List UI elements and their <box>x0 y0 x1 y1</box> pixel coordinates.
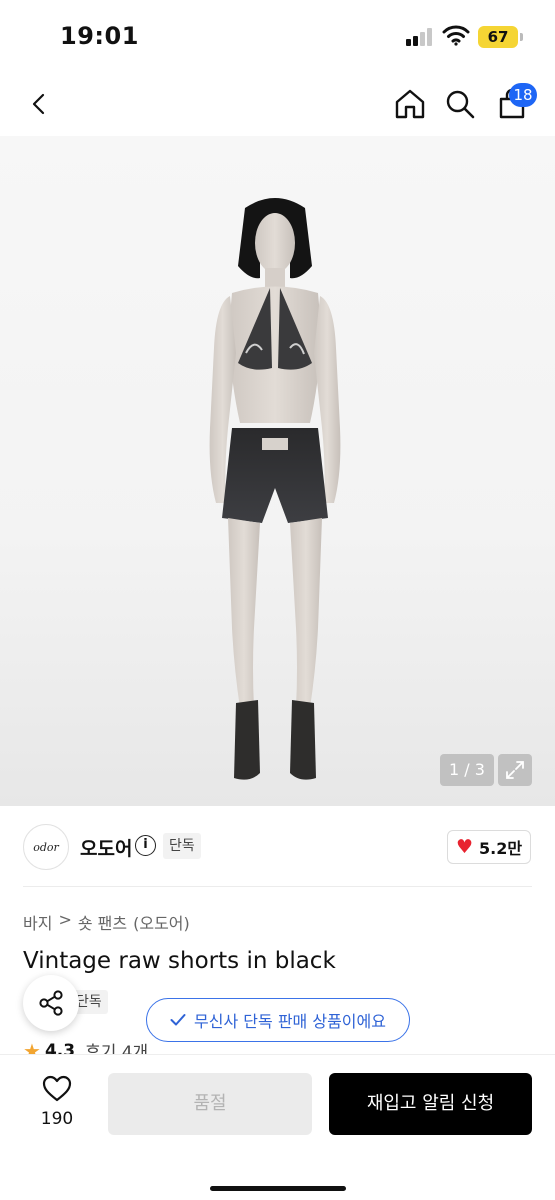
home-indicator <box>210 1186 346 1191</box>
chevron-left-icon <box>32 93 45 115</box>
home-button[interactable] <box>388 82 432 126</box>
top-nav <box>0 72 555 136</box>
toast-text: 무신사 단독 판매 상품이에요 <box>194 1012 386 1031</box>
bottom-action-bar: 190 품절 재입고 알림 신청 <box>0 1054 555 1200</box>
divider <box>23 886 532 887</box>
product-title: Vintage raw shorts in black <box>23 948 336 974</box>
wishlist-count: 190 <box>40 1109 74 1129</box>
heart-filled-icon: ♥ <box>455 835 473 858</box>
status-time: 19:01 <box>60 22 139 50</box>
soldout-button: 품절 <box>108 1073 312 1135</box>
restock-alert-button[interactable]: 재입고 알림 신청 <box>329 1073 532 1135</box>
product-image-gallery[interactable]: 1 / 3 <box>0 136 555 806</box>
brand-logo[interactable]: odor <box>23 824 69 870</box>
wifi-icon <box>442 25 470 46</box>
brand-like-button[interactable]: ♥ 5.2만 <box>447 830 531 864</box>
breadcrumb: 바지 > 숏 팬츠 (오도어) <box>23 910 190 934</box>
product-model-image <box>209 198 341 780</box>
brand-row: odor 오도어 i 단독 ♥ 5.2만 <box>0 806 555 886</box>
home-icon <box>395 89 425 119</box>
wishlist-button[interactable]: 190 <box>30 1075 84 1135</box>
battery-indicator: 67 <box>478 26 523 48</box>
back-button[interactable] <box>18 82 62 126</box>
brand-like-count: 5.2만 <box>478 839 523 858</box>
search-icon <box>446 90 475 119</box>
breadcrumb-brand[interactable]: (오도어) <box>133 910 190 934</box>
image-counter: 1 / 3 <box>440 754 494 786</box>
status-bar: 19:01 67 <box>0 0 555 72</box>
exclusive-tag: 단독 <box>163 833 201 859</box>
breadcrumb-separator: > <box>58 910 72 929</box>
breadcrumb-subcategory[interactable]: 숏 팬츠 <box>78 910 127 934</box>
cart-count-badge: 18 <box>509 83 537 107</box>
cellular-signal-icon <box>406 28 434 46</box>
check-icon <box>170 1014 186 1026</box>
expand-icon <box>506 761 524 779</box>
brand-name[interactable]: 오도어 <box>80 834 132 861</box>
info-icon[interactable]: i <box>135 835 156 856</box>
search-button[interactable] <box>438 82 482 126</box>
share-button[interactable] <box>23 975 79 1031</box>
exclusive-toast: 무신사 단독 판매 상품이에요 <box>146 998 410 1042</box>
share-icon <box>39 990 63 1016</box>
expand-image-button[interactable] <box>498 754 532 786</box>
breadcrumb-category[interactable]: 바지 <box>23 910 52 934</box>
heart-outline-icon <box>42 1075 72 1102</box>
